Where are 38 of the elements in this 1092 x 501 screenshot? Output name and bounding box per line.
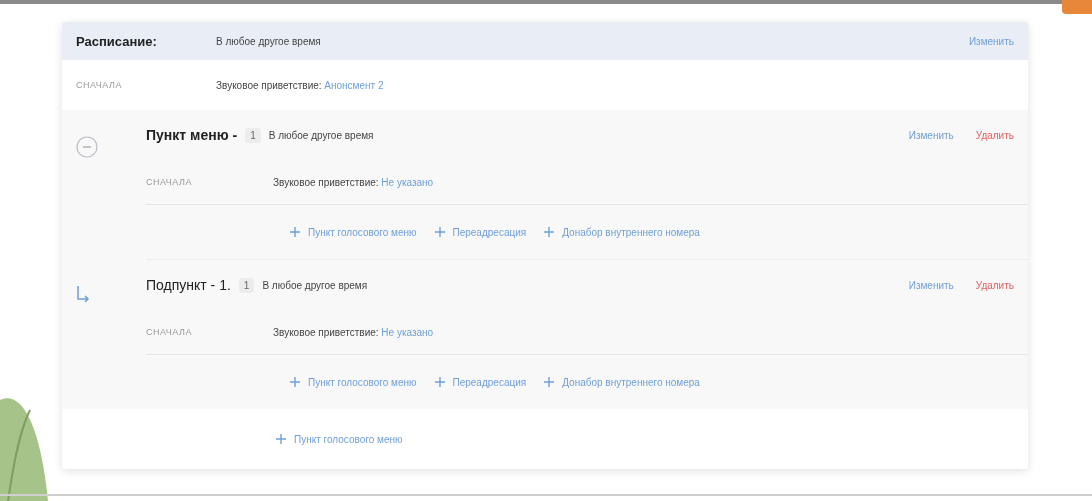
number-badge: 1 [238,277,255,293]
delete-link[interactable]: Удалить [975,279,1014,291]
schedule-value: В любое другое время [268,129,375,141]
edit-link[interactable]: Изменить [908,279,954,291]
plus-icon [544,227,555,237]
edit-link[interactable]: Изменить [968,35,1014,47]
add-link[interactable]: Переадресация [452,226,527,238]
first-label: СНАЧАЛА [146,177,193,187]
add-link[interactable]: Донабор внутреннего номера [562,226,700,238]
schedule-value: В любое другое время [216,35,322,47]
edit-link[interactable]: Изменить [908,129,954,141]
add-link[interactable]: Пункт голосового меню [294,433,403,445]
corner-arrow-icon [76,285,90,303]
greeting-label: Звуковое приветствие: [216,79,323,91]
delete-link[interactable]: Удалить [975,129,1014,141]
number-badge: 1 [245,127,261,143]
greeting-link[interactable]: Не указано [381,176,434,188]
schedule-label: Расписание: [76,33,158,49]
plus-icon [434,377,445,387]
item-title: Подпункт - 1. [146,277,231,293]
item-title: Пункт меню - [146,127,238,143]
schedule-value: В любое другое время [262,279,369,291]
first-label: СНАЧАЛА [146,327,193,337]
plus-icon [434,227,445,237]
first-label: СНАЧАЛА [76,80,123,90]
plus-icon [290,227,300,237]
add-link[interactable]: Пункт голосового меню [308,376,417,388]
add-link[interactable]: Пункт голосового меню [308,226,417,238]
collapse-icon[interactable] [76,136,98,158]
plus-icon [276,434,286,444]
greeting-link[interactable]: Не указано [381,326,434,338]
greeting-label: Звуковое приветствие: [273,176,380,188]
plus-icon [290,377,300,387]
greeting-label: Звуковое приветствие: [273,326,380,338]
greeting-link[interactable]: Анонсмент 2 [324,79,384,91]
plus-icon [544,377,555,387]
add-link[interactable]: Донабор внутреннего номера [562,376,700,388]
add-link[interactable]: Переадресация [452,376,527,388]
